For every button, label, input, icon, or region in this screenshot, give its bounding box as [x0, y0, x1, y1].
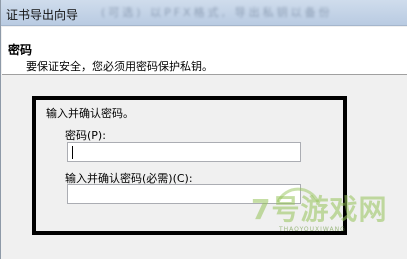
obscured-title-text: (可选) 以PFX格式, 导出私钥以备份 [101, 6, 333, 19]
confirm-password-field[interactable] [67, 184, 301, 204]
highlight-frame: 输入并确认密码。 密码(P): 输入并确认密码(必需)(C): [32, 96, 347, 235]
password-label: 密码(P): [65, 129, 106, 142]
wizard-header: 密码 要保证安全，您必须用密码保护私钥。 [2, 27, 407, 75]
title-bar[interactable]: 证书导出向导 (可选) 以PFX格式, 导出私钥以备份 [1, 0, 407, 26]
text-caret [72, 146, 73, 159]
password-field[interactable] [67, 142, 301, 162]
instruction-text: 输入并确认密码。 [46, 107, 134, 120]
wizard-window: 证书导出向导 (可选) 以PFX格式, 导出私钥以备份 密码 要保证安全，您必须… [0, 0, 407, 259]
page-subtitle: 要保证安全，您必须用密码保护私钥。 [26, 60, 213, 73]
window-title: 证书导出向导 [6, 8, 79, 22]
page-title: 密码 [8, 43, 33, 57]
